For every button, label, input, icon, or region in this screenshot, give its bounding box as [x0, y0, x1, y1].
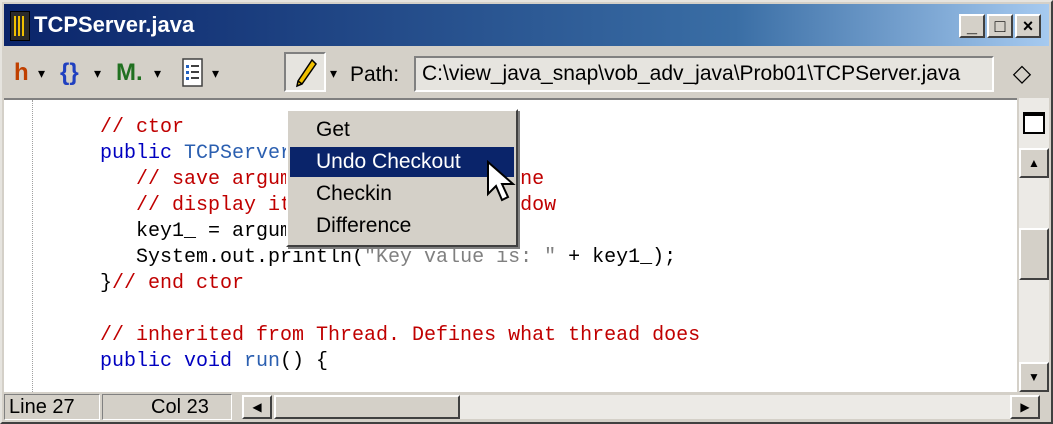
code-line: public void run() { — [100, 350, 329, 373]
scroll-left-button[interactable]: ◀ — [242, 395, 272, 419]
code-line: System.out.println("Key value is: " + ke… — [100, 246, 677, 269]
toolbar: h ▾ {} ▾ M. ▾ ▾ ▾ Path: C:\view_java_sna… — [4, 46, 1049, 98]
line-indicator: Line 27 — [4, 394, 100, 420]
braces-dropdown[interactable]: ▾ — [94, 58, 101, 88]
menu-item-difference[interactable]: Difference — [290, 211, 514, 241]
minimize-button[interactable]: _ — [959, 14, 985, 38]
gutter-divider — [32, 100, 34, 392]
status-bar: Line 27 Col 23 ◀ ▶ — [4, 392, 1049, 422]
document-list-icon[interactable] — [182, 58, 204, 88]
m-dropdown[interactable]: ▾ — [154, 58, 161, 88]
column-indicator: Col 23 — [102, 394, 232, 420]
pencil-icon — [295, 58, 317, 88]
close-button[interactable]: × — [1015, 14, 1041, 38]
vertical-scrollbar[interactable]: ▲ ▼ — [1019, 98, 1049, 392]
horizontal-scroll-thumb[interactable] — [274, 395, 460, 419]
braces-icon[interactable]: {} — [60, 56, 79, 90]
code-line: }// end ctor — [100, 272, 245, 295]
window-title: TCPServer.java — [34, 12, 195, 37]
version-control-menu: Get Undo Checkout Checkin Difference — [286, 109, 518, 247]
horizontal-scroll-track[interactable] — [460, 395, 1010, 419]
diamond-icon[interactable]: ◇ — [1010, 60, 1034, 88]
title-bar[interactable]: TCPServer.java _ □ × — [4, 4, 1049, 46]
scroll-up-button[interactable]: ▲ — [1019, 148, 1049, 178]
split-window-icon[interactable] — [1023, 112, 1045, 134]
document-list-dropdown[interactable]: ▾ — [212, 58, 219, 88]
scroll-down-button[interactable]: ▼ — [1019, 362, 1049, 392]
h-icon[interactable]: h — [14, 56, 29, 90]
maximize-button[interactable]: □ — [987, 14, 1013, 38]
scroll-right-button[interactable]: ▶ — [1010, 395, 1040, 419]
scroll-thumb[interactable] — [1019, 228, 1049, 280]
path-label: Path: — [350, 63, 400, 86]
code-line: // ctor — [100, 116, 185, 139]
path-field[interactable]: C:\view_java_snap\vob_adv_java\Prob01\TC… — [414, 56, 994, 92]
pencil-button[interactable] — [284, 52, 326, 92]
pencil-dropdown[interactable]: ▾ — [330, 58, 337, 88]
code-line: // inherited from Thread. Defines what t… — [100, 324, 701, 347]
mouse-pointer-icon — [487, 160, 516, 202]
java-file-icon — [10, 11, 30, 41]
menu-item-checkin[interactable]: Checkin — [290, 179, 514, 209]
m-icon[interactable]: M. — [116, 56, 143, 90]
menu-item-undo-checkout[interactable]: Undo Checkout — [290, 147, 514, 177]
menu-item-get[interactable]: Get — [290, 115, 514, 145]
h-dropdown[interactable]: ▾ — [38, 58, 45, 88]
